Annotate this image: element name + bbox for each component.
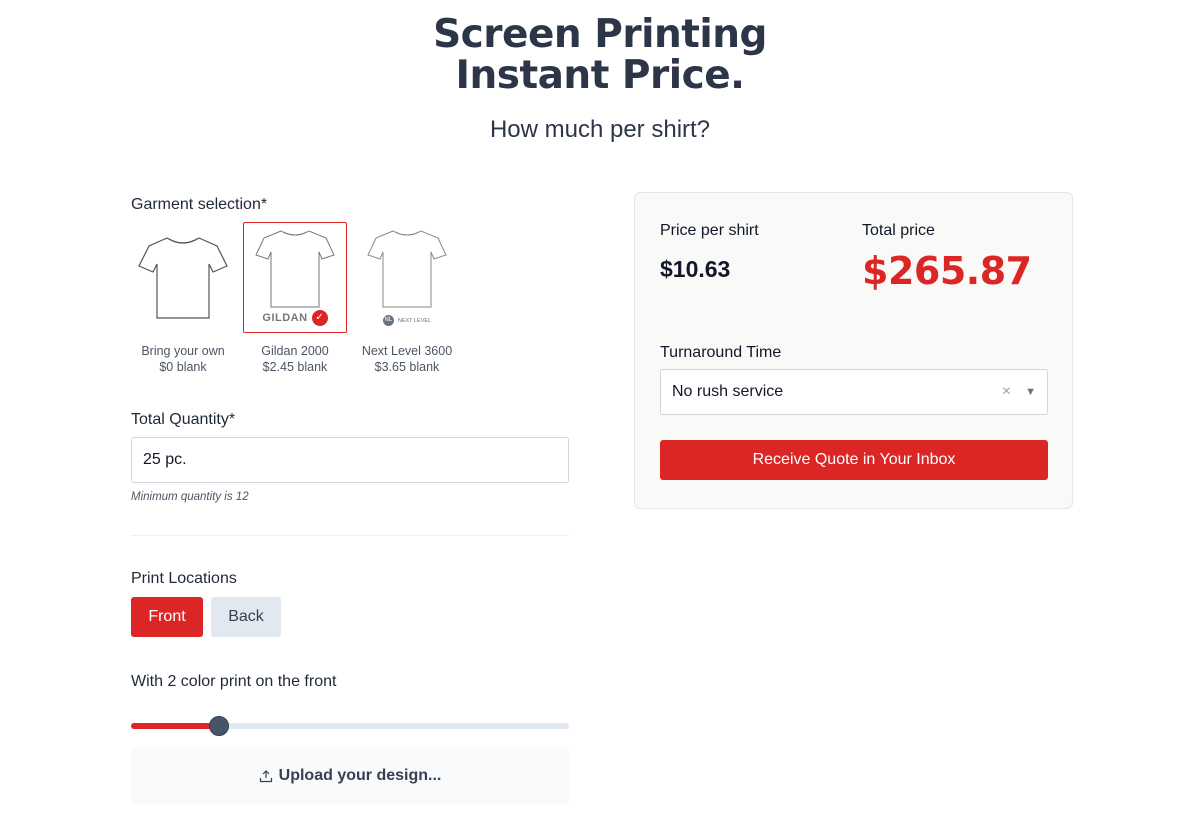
- turnaround-label: Turnaround Time: [660, 344, 782, 361]
- garment-name: Gildan 2000: [261, 344, 329, 358]
- total-price: Total price $265.87: [862, 222, 1032, 293]
- tshirt-icon: [367, 229, 447, 307]
- quantity-input[interactable]: [131, 437, 569, 483]
- garment-option-next-level-3600[interactable]: NL NEXT LEVEL Next Level 3600 $3.65 blan…: [355, 222, 459, 375]
- clear-icon[interactable]: ×: [1002, 383, 1011, 401]
- brand-name: GILDAN: [262, 312, 308, 324]
- front-button[interactable]: Front: [131, 597, 203, 637]
- turnaround-selected-value: No rush service: [672, 383, 784, 400]
- chevron-down-icon[interactable]: ▼: [1025, 386, 1036, 398]
- tshirt-icon: [255, 229, 335, 307]
- quantity-hint: Minimum quantity is 12: [131, 491, 249, 503]
- price-per-shirt: Price per shirt $10.63: [660, 222, 759, 283]
- garment-image: GILDAN ✓: [243, 222, 347, 333]
- tshirt-icon: [138, 236, 228, 319]
- back-button[interactable]: Back: [211, 597, 281, 637]
- receive-quote-button[interactable]: Receive Quote in Your Inbox: [660, 440, 1048, 480]
- garment-price: $3.65 blank: [374, 360, 440, 374]
- hero: Screen Printing Instant Price. How much …: [0, 14, 1200, 144]
- page-title: Screen Printing Instant Price.: [0, 14, 1200, 96]
- garment-name: Bring your own: [141, 344, 225, 358]
- garment-option-bring-your-own[interactable]: Bring your own $0 blank: [131, 222, 235, 375]
- nl-badge: NL: [382, 315, 394, 326]
- garment-price: $0 blank: [159, 360, 207, 374]
- gildan-logo: GILDAN ✓: [244, 310, 346, 326]
- price-panel: Price per shirt $10.63 Total price $265.…: [634, 192, 1073, 509]
- print-location-buttons: Front Back: [131, 597, 569, 637]
- garment-image: NL NEXT LEVEL: [355, 222, 459, 333]
- garment-image: [131, 222, 235, 333]
- upload-design-button[interactable]: Upload your design...: [131, 747, 569, 804]
- slider-thumb[interactable]: [208, 716, 229, 736]
- configurator-form: Garment selection* Bring your own $0 bla…: [131, 196, 569, 804]
- turnaround-select[interactable]: No rush service × ▼: [660, 369, 1048, 415]
- upload-icon: [259, 769, 272, 782]
- divider: [131, 535, 569, 536]
- next-level-logo: NL NEXT LEVEL: [356, 315, 458, 326]
- garment-name: Next Level 3600: [361, 344, 453, 358]
- page-subtitle: How much per shirt?: [489, 116, 711, 143]
- quantity-label: Total Quantity*: [131, 411, 236, 428]
- garment-options: Bring your own $0 blank GILDAN ✓ Gildan …: [131, 222, 569, 375]
- page-title-line-1: Screen Printing: [433, 12, 767, 57]
- brand-name: NEXT LEVEL: [397, 317, 432, 324]
- slider-fill: [131, 723, 219, 729]
- price-per-shirt-value: $10.63: [660, 256, 731, 282]
- garment-price: $2.45 blank: [262, 360, 328, 374]
- color-count-slider[interactable]: [131, 716, 569, 736]
- total-price-value: $265.87: [862, 249, 1032, 293]
- price-per-shirt-label: Price per shirt: [660, 222, 759, 239]
- page-title-line-2: Instant Price.: [455, 53, 745, 98]
- garment-option-gildan-2000[interactable]: GILDAN ✓ Gildan 2000 $2.45 blank: [243, 222, 347, 375]
- check-icon: ✓: [311, 310, 328, 326]
- color-count-label: With 2 color print on the front: [131, 673, 337, 690]
- total-price-label: Total price: [862, 222, 935, 239]
- garment-selection-label: Garment selection*: [131, 196, 268, 213]
- print-locations-label: Print Locations: [131, 570, 237, 587]
- upload-label: Upload your design...: [278, 766, 442, 784]
